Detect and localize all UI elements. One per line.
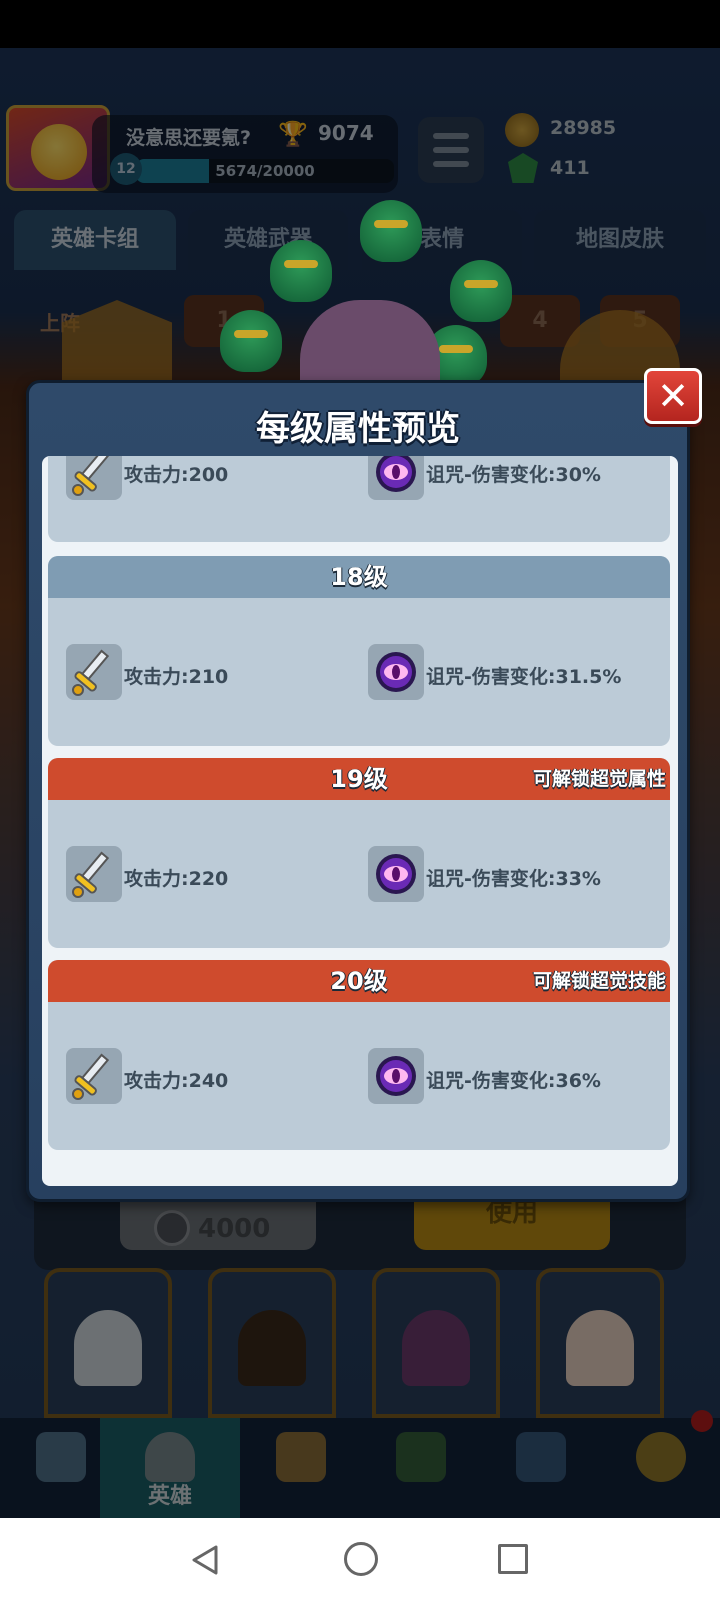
close-icon: ✕	[657, 374, 689, 418]
level-header: 20级 可解锁超觉技能	[48, 960, 670, 1002]
game-screen: 没意思还要氪? 🏆 9074 5674/20000 12 28985 411 英…	[0, 0, 720, 1600]
back-icon[interactable]	[190, 1544, 220, 1576]
curse-label: 诅咒-伤害变化:33%	[426, 868, 601, 890]
recent-apps-icon[interactable]	[498, 1544, 528, 1574]
curse-eye-icon	[368, 1048, 424, 1104]
snake-icon	[270, 240, 332, 302]
level-card: 攻击力:200 诅咒-伤害变化:30%	[48, 456, 670, 542]
sword-icon	[66, 1048, 122, 1104]
attack-label: 攻击力:200	[124, 464, 229, 486]
modal-title: 每级属性预览	[256, 409, 460, 449]
level-card: 19级 可解锁超觉属性 攻击力:220 诅咒-伤害变化:33%	[48, 758, 670, 948]
level-card: 18级 攻击力:210 诅咒-伤害变化:31.5%	[48, 556, 670, 746]
unlock-note: 可解锁超觉技能	[532, 970, 666, 992]
level-title: 18级	[330, 563, 388, 591]
level-header: 18级	[48, 556, 670, 598]
curse-eye-icon	[368, 456, 424, 500]
unlock-note: 可解锁超觉属性	[532, 768, 666, 790]
hero-medusa-art	[220, 200, 520, 390]
sword-icon	[66, 456, 122, 500]
attack-label: 攻击力:220	[124, 868, 229, 890]
level-card: 20级 可解锁超觉技能 攻击力:240 诅咒-伤害变化:36%	[48, 960, 670, 1150]
curse-eye-icon	[368, 846, 424, 902]
snake-icon	[220, 310, 282, 372]
status-bar	[0, 0, 720, 48]
snake-icon	[450, 260, 512, 322]
close-button[interactable]: ✕	[644, 368, 702, 424]
attack-label: 攻击力:210	[124, 666, 229, 688]
attack-label: 攻击力:240	[124, 1070, 229, 1092]
curse-label: 诅咒-伤害变化:36%	[426, 1070, 601, 1092]
medusa-face-icon	[300, 300, 440, 390]
level-list[interactable]: 攻击力:200 诅咒-伤害变化:30% 18级 攻击力:210 诅咒-伤害变化:…	[42, 456, 678, 1186]
sword-icon	[66, 644, 122, 700]
sword-icon	[66, 846, 122, 902]
system-nav-bar	[0, 1518, 720, 1600]
curse-label: 诅咒-伤害变化:31.5%	[426, 666, 622, 688]
curse-label: 诅咒-伤害变化:30%	[426, 464, 601, 486]
snake-icon	[360, 200, 422, 262]
level-header: 19级 可解锁超觉属性	[48, 758, 670, 800]
home-icon[interactable]	[344, 1542, 378, 1576]
curse-eye-icon	[368, 644, 424, 700]
